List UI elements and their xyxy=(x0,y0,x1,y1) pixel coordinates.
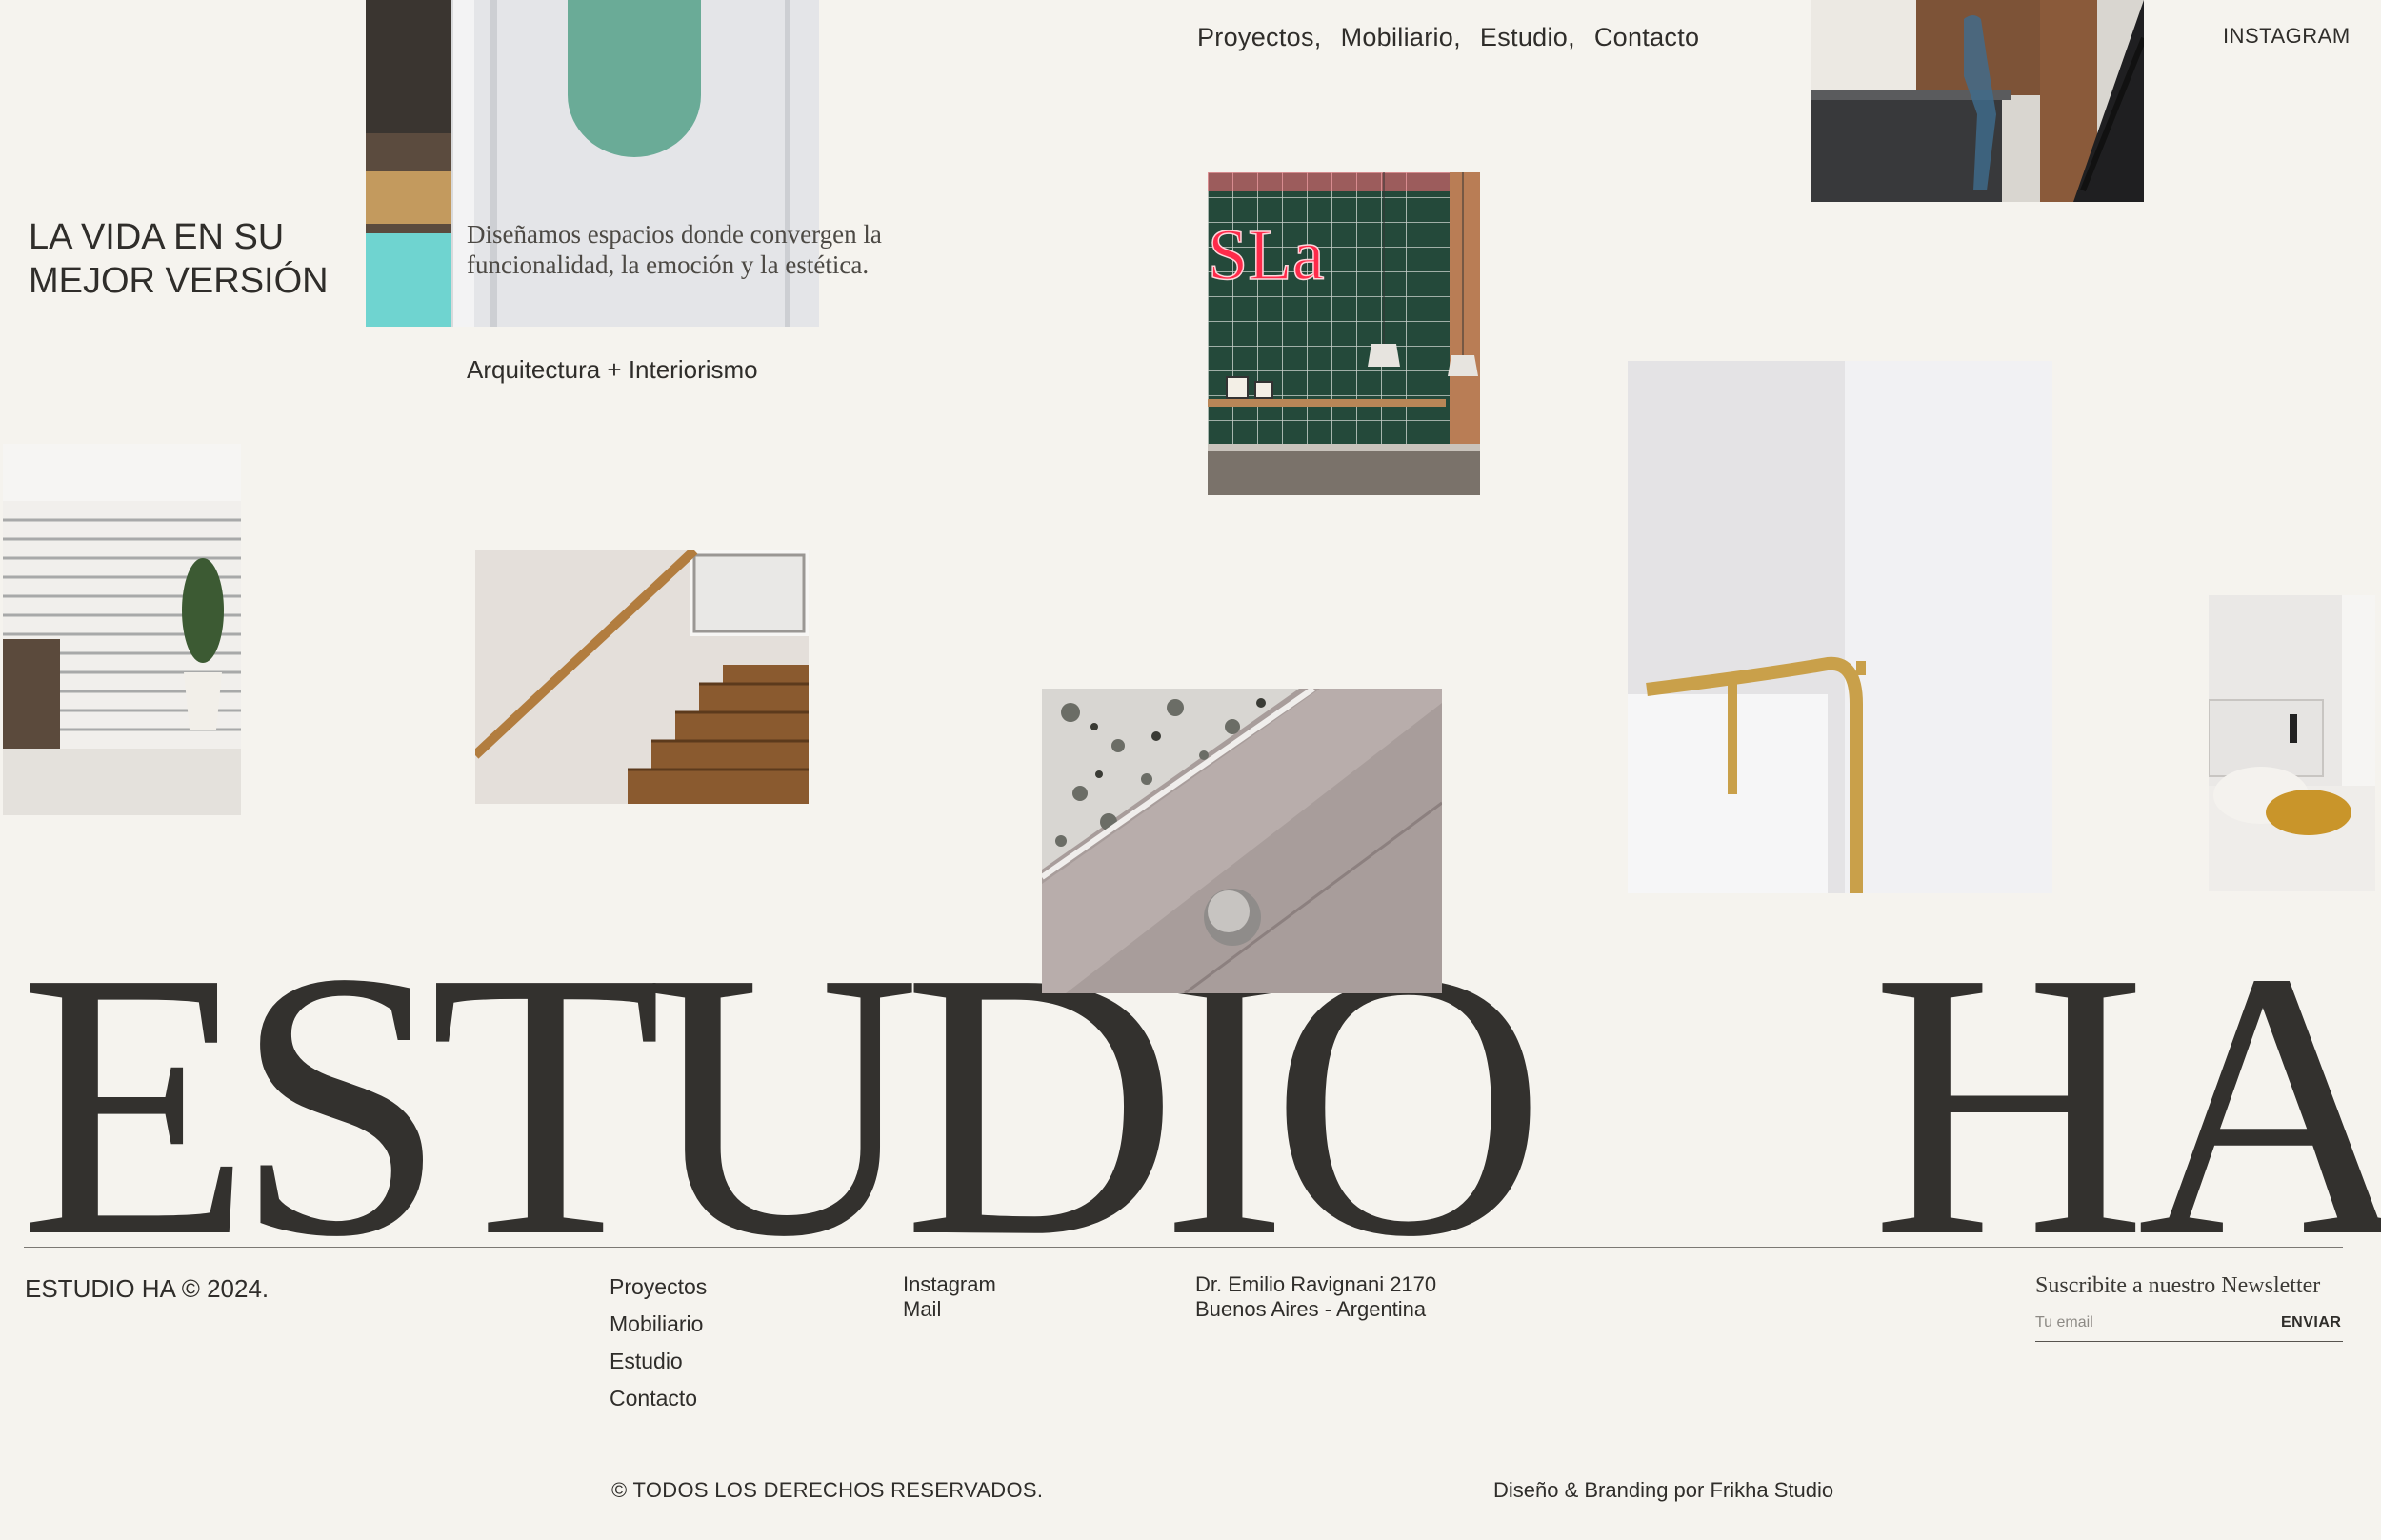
footer-link-contacto[interactable]: Contacto xyxy=(610,1380,707,1417)
nav-estudio[interactable]: Estudio, xyxy=(1480,23,1575,52)
tagline-line-2: MEJOR VERSIÓN xyxy=(29,261,329,301)
mission-statement: Diseñamos espacios donde convergen la fu… xyxy=(467,220,882,279)
footer-rights: © TODOS LOS DERECHOS RESERVADOS. xyxy=(611,1478,1044,1502)
instagram-link[interactable]: INSTAGRAM xyxy=(2223,24,2351,49)
photo-neon-bar: SLa xyxy=(1208,172,1480,495)
tagline-line-1: LA VIDA EN SU xyxy=(29,217,285,257)
photo-bedroom xyxy=(2209,595,2375,891)
photo-kitchen xyxy=(1811,0,2144,202)
photo-staircase xyxy=(475,550,809,804)
tagline: LA VIDA EN SU MEJOR VERSIÓN xyxy=(29,215,371,303)
nav-contacto[interactable]: Contacto xyxy=(1594,23,1699,52)
nav-proyectos[interactable]: Proyectos, xyxy=(1197,23,1322,52)
photo-window-room xyxy=(3,444,241,815)
newsletter-submit-button[interactable]: ENVIAR xyxy=(2281,1314,2341,1331)
photo-brass-railing xyxy=(1628,361,2052,893)
footer-credit-link[interactable]: Diseño & Branding por Frikha Studio xyxy=(1493,1478,1833,1503)
main-nav: Proyectos, Mobiliario, Estudio, Contacto xyxy=(1197,23,1699,52)
footer-link-estudio[interactable]: Estudio xyxy=(610,1343,707,1380)
services-subtitle: Arquitectura + Interiorismo xyxy=(467,355,758,384)
photo-terrazzo-drawer xyxy=(1042,689,1442,993)
neon-sign-text: SLa xyxy=(1208,215,1324,295)
newsletter-input-underline xyxy=(2035,1341,2343,1342)
brand-wordmark-ha: HA xyxy=(1871,893,2381,1315)
newsletter-email-input[interactable] xyxy=(2035,1314,2264,1331)
nav-mobiliario[interactable]: Mobiliario, xyxy=(1341,23,1461,52)
